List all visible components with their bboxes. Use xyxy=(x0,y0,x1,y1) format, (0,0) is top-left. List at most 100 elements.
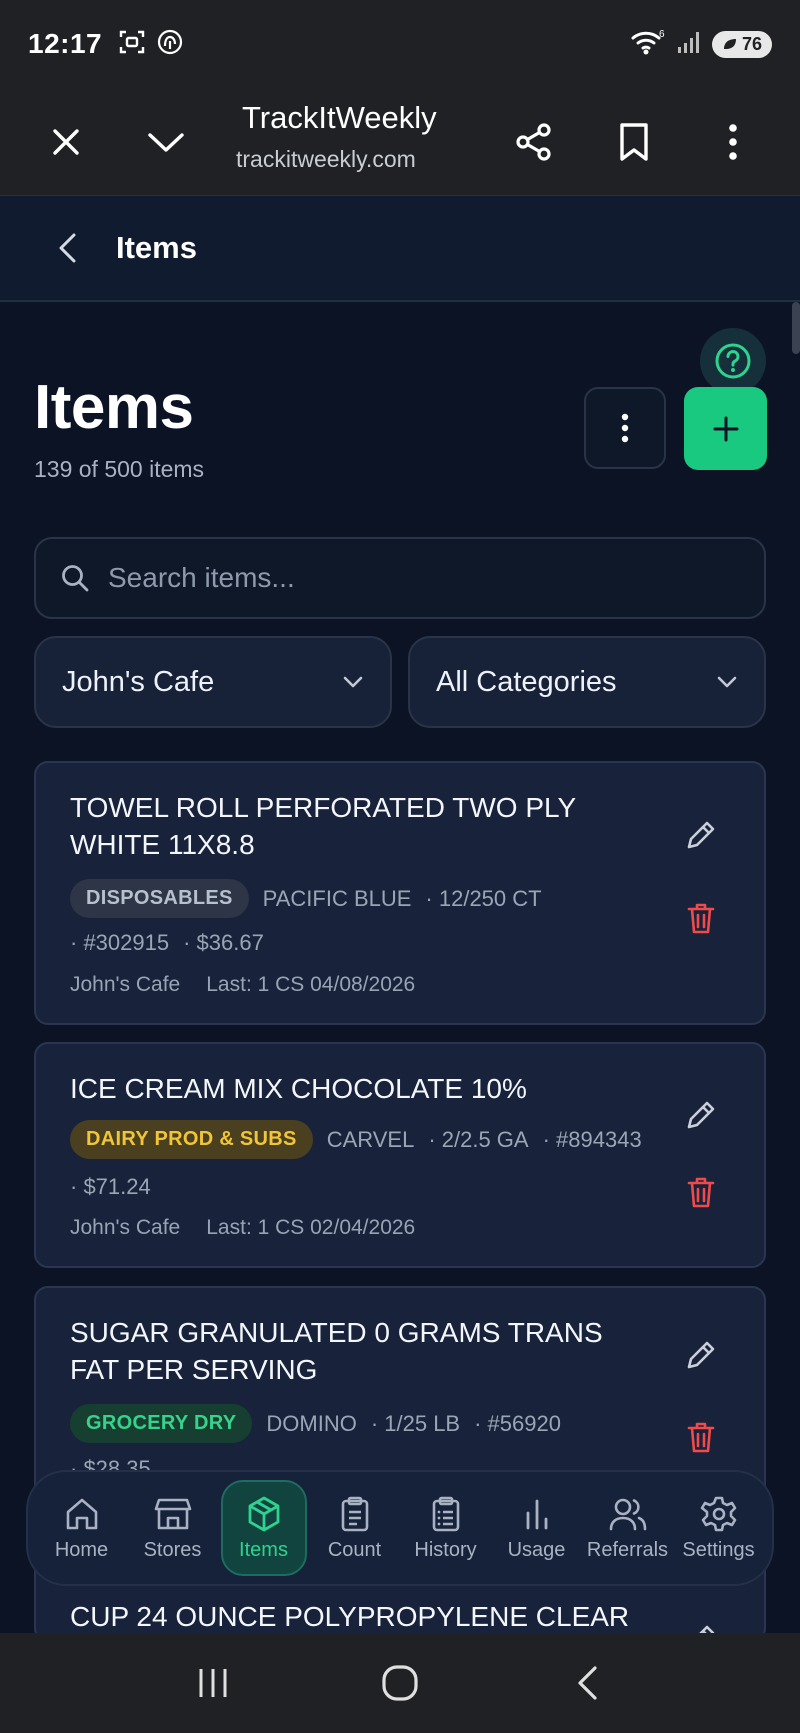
store-select-value: John's Cafe xyxy=(62,665,215,698)
nav-label: History xyxy=(414,1538,477,1561)
edit-button[interactable] xyxy=(676,810,726,860)
item-price: · $36.67 xyxy=(183,930,264,955)
page-title: Items xyxy=(34,373,194,442)
help-button[interactable] xyxy=(700,328,766,394)
back-button[interactable] xyxy=(32,213,102,283)
delete-button[interactable] xyxy=(676,1167,726,1217)
nav-items[interactable]: Items xyxy=(220,1480,307,1576)
wifi-icon: 6 xyxy=(630,28,666,61)
category-select-value: All Categories xyxy=(436,665,617,698)
item-meta-2: · #302915 · $36.67 xyxy=(70,930,264,956)
trash-icon xyxy=(687,903,715,934)
item-pack: · 1/25 LB xyxy=(370,1410,461,1436)
item-card[interactable]: TOWEL ROLL PERFORATED TWO PLY WHITE 11X8… xyxy=(34,761,766,1025)
clipboard-icon xyxy=(341,1496,368,1531)
item-store: John's Cafe xyxy=(70,1216,181,1239)
trash-icon xyxy=(687,1177,715,1208)
item-number: · #302915 xyxy=(70,930,170,955)
item-card[interactable]: ICE CREAM MIX CHOCOLATE 10% DAIRY PROD &… xyxy=(34,1042,766,1268)
category-badge: GROCERY DRY xyxy=(70,1404,253,1443)
category-select[interactable]: All Categories xyxy=(408,636,766,728)
bookmark-icon xyxy=(620,123,648,161)
item-brand: DOMINO xyxy=(266,1410,357,1436)
edit-button[interactable] xyxy=(676,1090,726,1140)
bookmark-button[interactable] xyxy=(606,114,662,170)
gear-icon xyxy=(700,1496,736,1531)
item-name: SUGAR GRANULATED 0 GRAMS TRANS FAT PER S… xyxy=(70,1317,603,1385)
minimize-button[interactable] xyxy=(138,114,194,170)
nav-settings[interactable]: Settings xyxy=(676,1480,762,1576)
nav-home[interactable]: Home xyxy=(39,1480,125,1576)
item-name: ICE CREAM MIX CHOCOLATE 10% xyxy=(70,1073,527,1104)
item-meta: DISPOSABLES PACIFIC BLUE · 12/250 CT xyxy=(70,879,542,918)
item-meta: DAIRY PROD & SUBS CARVEL · 2/2.5 GA · #8… xyxy=(70,1120,642,1159)
app-header: Items xyxy=(0,196,800,302)
item-last-order: Last: 1 CS 04/08/2026 xyxy=(206,973,416,996)
close-tab-button[interactable] xyxy=(38,114,94,170)
item-store-line: John's Cafe Last: 1 CS 02/04/2026 xyxy=(70,1216,415,1240)
recent-apps-button[interactable] xyxy=(178,1653,248,1713)
browser-menu-button[interactable] xyxy=(705,114,761,170)
back-icon xyxy=(578,1666,597,1700)
nav-label: Settings xyxy=(682,1538,755,1561)
close-icon xyxy=(53,129,79,155)
item-pack: · 2/2.5 GA xyxy=(428,1126,529,1152)
nav-referrals[interactable]: Referrals xyxy=(585,1480,671,1576)
store-select[interactable]: John's Cafe xyxy=(34,636,392,728)
chevron-down-icon xyxy=(717,676,737,688)
search-input[interactable] xyxy=(108,562,708,594)
home-system-button[interactable] xyxy=(365,1653,435,1713)
chevron-down-icon xyxy=(148,133,184,152)
browser-toolbar: TrackItWeekly trackitweekly.com xyxy=(0,88,800,196)
home-circle-icon xyxy=(382,1665,418,1701)
delete-button[interactable] xyxy=(676,893,726,943)
bottom-nav: Home Stores Items Count History Usage Re… xyxy=(26,1470,774,1586)
nav-label: Home xyxy=(54,1538,109,1561)
item-pack: · 12/250 CT xyxy=(425,885,542,911)
back-system-button[interactable] xyxy=(552,1653,622,1713)
item-number: · #56920 xyxy=(474,1410,561,1436)
browser-title: TrackItWeekly xyxy=(242,100,437,135)
item-meta: GROCERY DRY DOMINO · 1/25 LB · #56920 xyxy=(70,1404,561,1443)
recent-apps-icon xyxy=(199,1669,227,1697)
store-icon xyxy=(154,1498,191,1529)
browser-url[interactable]: trackitweekly.com xyxy=(236,146,436,173)
home-icon xyxy=(66,1498,97,1529)
edit-button[interactable] xyxy=(676,1330,726,1380)
status-time: 12:17 xyxy=(28,28,103,59)
nav-usage[interactable]: Usage xyxy=(494,1480,580,1576)
search-icon xyxy=(62,565,89,592)
item-last-order: Last: 1 CS 02/04/2026 xyxy=(206,1216,416,1239)
wifi-label: 6 xyxy=(659,29,665,40)
plus-icon xyxy=(713,416,738,441)
bar-chart-icon xyxy=(526,1499,547,1529)
item-brand: PACIFIC BLUE xyxy=(262,885,412,911)
item-store: John's Cafe xyxy=(70,973,181,996)
leaf-icon xyxy=(723,39,736,49)
share-icon xyxy=(516,123,551,161)
items-count: 139 of 500 items xyxy=(34,456,205,482)
more-vertical-icon xyxy=(621,413,629,443)
nav-history[interactable]: History xyxy=(403,1480,489,1576)
scrollbar[interactable] xyxy=(792,302,800,354)
search-box[interactable] xyxy=(34,537,766,619)
chevron-left-icon xyxy=(59,233,76,263)
add-item-button[interactable] xyxy=(684,387,767,470)
item-brand: CARVEL xyxy=(326,1126,415,1152)
pencil-icon xyxy=(687,1101,715,1129)
help-icon xyxy=(715,343,751,379)
share-button[interactable] xyxy=(506,114,562,170)
category-badge: DISPOSABLES xyxy=(70,879,249,918)
status-bar: 12:17 6 76 xyxy=(0,0,800,88)
item-name: CUP 24 OUNCE POLYPROPYLENE CLEAR xyxy=(70,1601,630,1632)
header-title: Items xyxy=(116,230,197,265)
nav-label: Count xyxy=(327,1538,382,1561)
category-badge: DAIRY PROD & SUBS xyxy=(70,1120,313,1159)
signal-icon xyxy=(676,29,702,60)
nav-stores[interactable]: Stores xyxy=(130,1480,216,1576)
system-nav-bar xyxy=(0,1633,800,1733)
pencil-icon xyxy=(687,821,715,849)
more-options-button[interactable] xyxy=(584,387,666,469)
delete-button[interactable] xyxy=(676,1412,726,1462)
nav-count[interactable]: Count xyxy=(312,1480,398,1576)
